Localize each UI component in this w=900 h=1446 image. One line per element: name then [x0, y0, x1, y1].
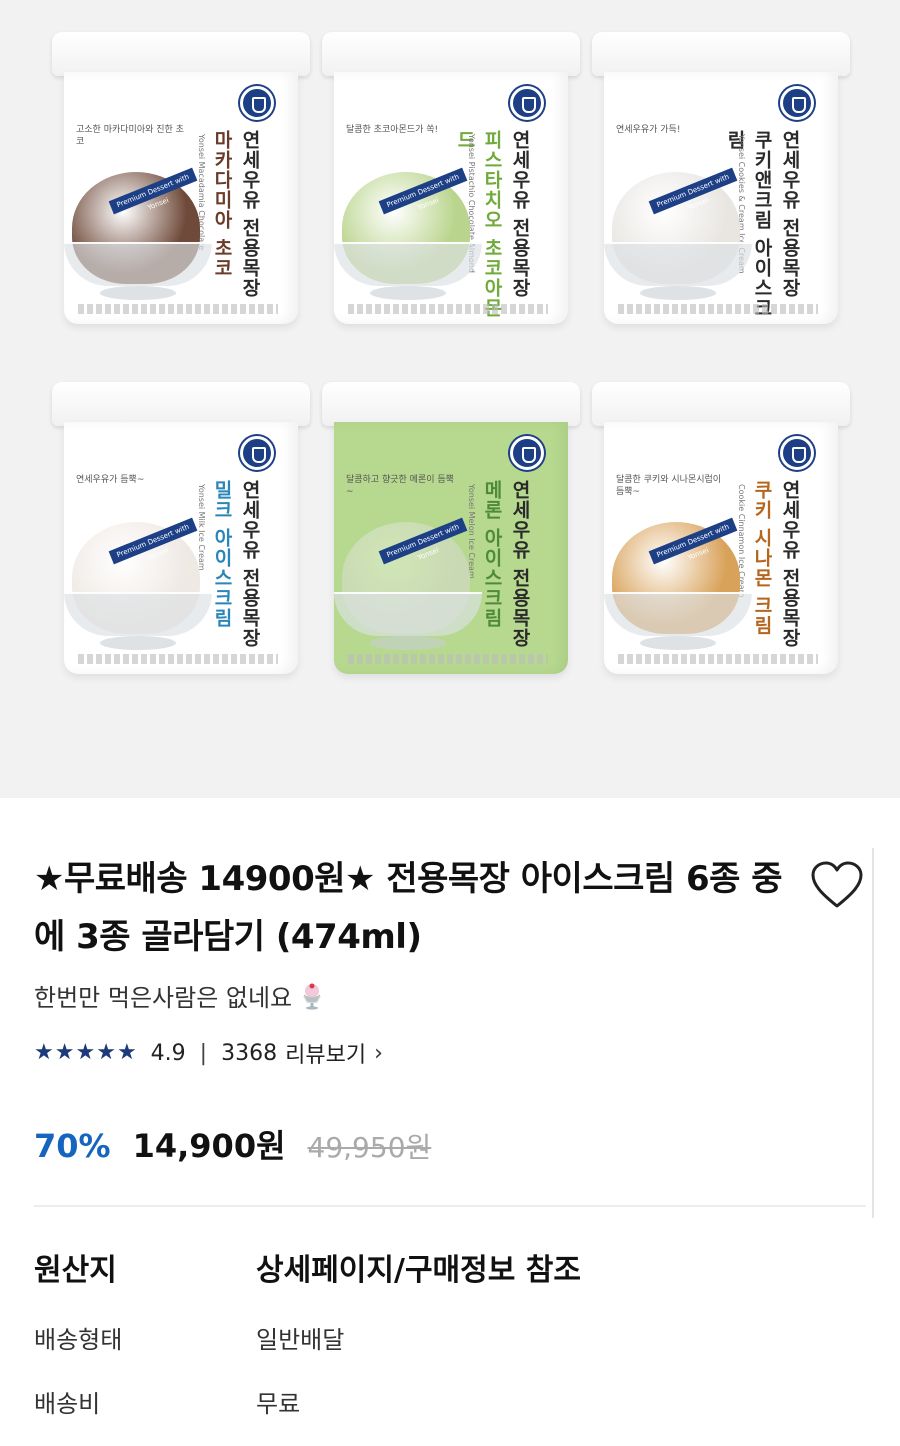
dessert-bowl-foot — [370, 286, 446, 300]
tub-flavor: 밀크 아이스크림 — [211, 480, 233, 628]
tub-flavor: 쿠키 시나몬 크림 — [751, 480, 773, 636]
tub-brand: 연세우유 전용목장 — [239, 130, 261, 298]
product-title: ★무료배송 14900원★ 전용목장 아이스크림 6종 중에 3종 골라담기 (… — [34, 859, 783, 957]
product-image-gallery[interactable]: 연세우유 전용목장 마카다미아 초코 Yonsei Macadamia Choc… — [0, 0, 900, 798]
nutrition-strip — [348, 654, 548, 664]
yonsei-emblem-icon — [780, 86, 814, 120]
tub-lid — [322, 32, 580, 76]
tub-body: 연세우유 전용목장 밀크 아이스크림 Yonsei Milk Ice Cream… — [64, 422, 298, 674]
star-icon: ★ — [54, 1040, 75, 1065]
dessert-bowl — [604, 592, 752, 636]
tub-lid — [322, 382, 580, 426]
spec-value: 무료 — [256, 1389, 301, 1418]
rating-row: ★ ★ ★ ★ ★ 4.9 | 3368 리뷰보기 › — [34, 1037, 866, 1069]
sundae-icon — [303, 983, 322, 1010]
star-icon: ★ — [75, 1040, 96, 1065]
yonsei-emblem-icon — [510, 86, 544, 120]
star-icon: ★ — [34, 1040, 54, 1065]
yonsei-emblem-icon — [780, 436, 814, 470]
dessert-bowl — [64, 242, 212, 286]
tub-body: 연세우유 전용목장 마카다미아 초코 Yonsei Macadamia Choc… — [64, 72, 298, 324]
chevron-right-icon: › — [374, 1040, 383, 1066]
dessert-bowl — [334, 592, 482, 636]
tub-flavor: 쿠키앤크림 아이스크림 — [724, 130, 773, 318]
spec-value: 상세페이지/구매정보 참조 — [256, 1253, 582, 1288]
dessert-bowl-foot — [100, 286, 176, 300]
tub-tagline: 달콤하고 향긋한 메론이 듬뿍~ — [346, 475, 454, 497]
yonsei-emblem-icon — [240, 436, 274, 470]
tub-brand: 연세우유 전용목장 — [239, 480, 261, 648]
tub-tagline: 달콤한 초코아몬드가 쏙! — [346, 125, 439, 135]
tub-body: 연세우유 전용목장 쿠키앤크림 아이스크림 Yonsei Cookies & C… — [604, 72, 838, 324]
nutrition-strip — [78, 654, 278, 664]
rating-stars: ★ ★ ★ ★ ★ — [34, 1042, 137, 1064]
product-tub-cookies-cream: 연세우유 전용목장 쿠키앤크림 아이스크림 Yonsei Cookies & C… — [592, 32, 850, 332]
price-row: 70% 14,900원 49,950원 — [34, 1121, 866, 1207]
yonsei-emblem-icon — [510, 436, 544, 470]
star-icon: ★ — [116, 1040, 137, 1065]
product-tub-cookie-cinnamon: 연세우유 전용목장 쿠키 시나몬 크림 Cookie Cinnamon Ice … — [592, 382, 850, 682]
dessert-bowl-foot — [370, 636, 446, 650]
tub-body: 연세우유 전용목장 쿠키 시나몬 크림 Cookie Cinnamon Ice … — [604, 422, 838, 674]
discount-rate: 70% — [34, 1127, 111, 1165]
product-tub-melon: 연세우유 전용목장 메론 아이스크림 Yonsei Melon Ice Crea… — [322, 382, 580, 682]
heart-outline-icon[interactable] — [810, 860, 864, 910]
dessert-bowl — [64, 592, 212, 636]
product-tub-milk: 연세우유 전용목장 밀크 아이스크림 Yonsei Milk Ice Cream… — [52, 382, 310, 682]
tub-body: 연세우유 전용목장 메론 아이스크림 Yonsei Melon Ice Crea… — [334, 422, 568, 674]
title-row: ★무료배송 14900원★ 전용목장 아이스크림 6종 중에 3종 골라담기 (… — [34, 850, 866, 966]
tub-brand: 연세우유 전용목장 — [509, 480, 531, 648]
tub-flavor: 마카다미아 초코 — [211, 130, 233, 278]
tub-tagline: 연세우유가 가득! — [616, 125, 681, 135]
spec-row-shipping-fee: 배송비 무료 — [34, 1381, 866, 1421]
product-info: ★무료배송 14900원★ 전용목장 아이스크림 6종 중에 3종 골라담기 (… — [0, 850, 900, 1421]
tub-tagline: 고소한 마카다미아와 진한 초코 — [76, 125, 184, 147]
dessert-bowl-foot — [640, 286, 716, 300]
product-subtitle-row: 한번만 먹은사람은 없네요 — [34, 978, 866, 1013]
star-icon: ★ — [96, 1040, 116, 1065]
dessert-bowl — [604, 242, 752, 286]
nutrition-strip — [618, 654, 818, 664]
original-price: 49,950원 — [307, 1131, 432, 1164]
tub-lid — [592, 382, 850, 426]
tub-brand: 연세우유 전용목장 — [779, 480, 801, 648]
tub-brand: 연세우유 전용목장 — [779, 130, 801, 298]
spec-value: 일반배달 — [256, 1325, 345, 1354]
spec-row-origin: 원산지 상세페이지/구매정보 참조 — [34, 1245, 866, 1289]
dessert-bowl-foot — [640, 636, 716, 650]
tub-flavor: 피스타치오 초코아몬드 — [454, 130, 503, 318]
dessert-bowl-foot — [100, 636, 176, 650]
product-tub-macadamia-chocolate: 연세우유 전용목장 마카다미아 초코 Yonsei Macadamia Choc… — [52, 32, 310, 332]
yonsei-emblem-icon — [240, 86, 274, 120]
tub-flavor: 메론 아이스크림 — [481, 480, 503, 628]
tub-brand: 연세우유 전용목장 — [509, 130, 531, 298]
tub-tagline: 달콤한 쿠키와 시나몬시럽이 듬뿍~ — [616, 475, 722, 497]
spec-key: 배송비 — [34, 1389, 101, 1418]
sale-price: 14,900원 — [132, 1127, 286, 1165]
tub-body: 연세우유 전용목장 피스타치오 초코아몬드 Yonsei Pistachio C… — [334, 72, 568, 324]
tub-lid — [52, 382, 310, 426]
nutrition-strip — [618, 304, 818, 314]
tub-lid — [52, 32, 310, 76]
spec-key: 원산지 — [34, 1253, 117, 1288]
rating-separator: | — [199, 1040, 208, 1066]
spec-table: 원산지 상세페이지/구매정보 참조 배송형태 일반배달 배송비 무료 — [34, 1245, 866, 1421]
spec-key: 배송형태 — [34, 1325, 123, 1354]
product-subtitle: 한번만 먹은사람은 없네요 — [34, 984, 293, 1012]
spec-row-delivery-type: 배송형태 일반배달 — [34, 1317, 866, 1357]
nutrition-strip — [78, 304, 278, 314]
product-tub-pistachio: 연세우유 전용목장 피스타치오 초코아몬드 Yonsei Pistachio C… — [322, 32, 580, 332]
dessert-bowl — [334, 242, 482, 286]
review-label: 리뷰보기 — [285, 1043, 367, 1068]
tub-tagline: 연세우유가 듬뿍~ — [76, 475, 145, 485]
review-link[interactable]: 3368 리뷰보기 › — [221, 1037, 383, 1069]
review-count: 3368 — [221, 1040, 278, 1066]
nutrition-strip — [348, 304, 548, 314]
tub-lid — [592, 32, 850, 76]
scrollbar[interactable] — [872, 848, 874, 1218]
rating-score: 4.9 — [150, 1040, 186, 1066]
